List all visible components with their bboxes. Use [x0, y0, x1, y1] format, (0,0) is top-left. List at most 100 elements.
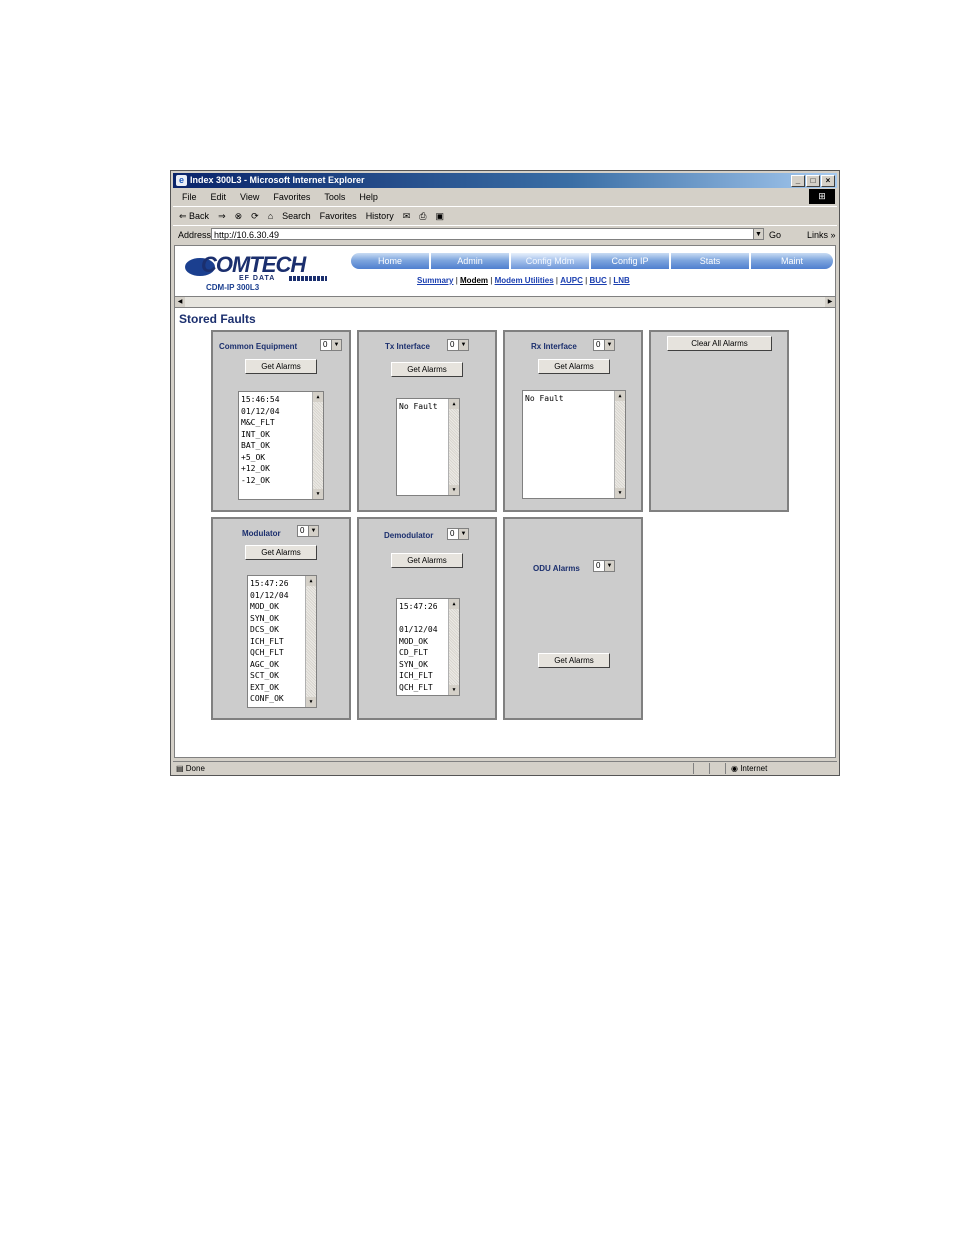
print-icon[interactable]: ⎙ [419, 211, 426, 221]
rx-interface-panel: Rx Interface 0 ▼ Get Alarms No Fault ▲ ▼ [503, 330, 643, 512]
list-scrollbar[interactable]: ▲ ▼ [305, 576, 316, 707]
status-divider [693, 763, 694, 774]
subnav-lnb[interactable]: LNB [613, 276, 629, 285]
refresh-icon[interactable]: ⟳ [251, 211, 259, 221]
rx-interface-get-alarms-button[interactable]: Get Alarms [538, 359, 610, 374]
common-equipment-select[interactable]: 0 ▼ [320, 339, 342, 351]
list-scrollbar[interactable]: ▲ ▼ [448, 399, 459, 495]
scroll-up-icon[interactable]: ▲ [313, 392, 323, 402]
zone-label: Internet [740, 764, 768, 773]
odu-alarms-title: ODU Alarms [533, 564, 580, 573]
list-scrollbar[interactable]: ▲ ▼ [614, 391, 625, 498]
common-equipment-get-alarms-button[interactable]: Get Alarms [245, 359, 317, 374]
demodulator-select-value: 0 [450, 529, 455, 538]
menu-edit[interactable]: Edit [211, 192, 227, 202]
minimize-button[interactable]: _ [791, 175, 805, 187]
odu-alarms-get-alarms-button[interactable]: Get Alarms [538, 653, 610, 668]
modulator-panel: Modulator 0 ▼ Get Alarms 15:47:26 01/12/0… [211, 517, 351, 720]
scroll-up-icon[interactable]: ▲ [615, 391, 625, 401]
scroll-down-icon[interactable]: ▼ [313, 489, 323, 499]
history-button[interactable]: History [366, 211, 394, 221]
rx-interface-alarm-list[interactable]: No Fault ▲ ▼ [522, 390, 626, 499]
mail-icon[interactable]: ✉ [403, 211, 411, 221]
address-bar: Address http://10.6.30.49 ▼ Go Links » [173, 225, 837, 244]
tab-config-ip[interactable]: Config IP [591, 253, 669, 269]
list-scrollbar[interactable]: ▲ ▼ [448, 599, 459, 695]
scroll-down-icon[interactable]: ▼ [615, 488, 625, 498]
tab-config-mdm[interactable]: Config Mdm [511, 253, 589, 269]
back-button[interactable]: ⇐ Back [179, 211, 209, 221]
subnav-modem[interactable]: Modem [460, 276, 488, 285]
scroll-down-icon[interactable]: ▼ [449, 685, 459, 695]
menu-help[interactable]: Help [359, 192, 378, 202]
tx-interface-title: Tx Interface [385, 342, 430, 351]
status-bar: ▤ Done ◉ Internet [173, 761, 837, 775]
stop-icon[interactable]: ⊗ [235, 211, 243, 221]
common-equipment-alarm-list[interactable]: 15:46:54 01/12/04 M&C_FLT INT_OK BAT_OK … [238, 391, 324, 500]
list-item: No Fault [525, 394, 564, 403]
favorites-button[interactable]: Favorites [320, 211, 357, 221]
demodulator-get-alarms-button[interactable]: Get Alarms [391, 553, 463, 568]
scroll-right-icon[interactable]: ▶ [825, 297, 835, 307]
scroll-up-icon[interactable]: ▲ [449, 399, 459, 409]
status-done: Done [185, 764, 205, 773]
rx-interface-select-value: 0 [596, 340, 601, 349]
main-nav: Home Admin Config Mdm Config IP Stats Ma… [351, 253, 833, 269]
tab-maint[interactable]: Maint [751, 253, 833, 269]
list-scrollbar[interactable]: ▲ ▼ [312, 392, 323, 499]
menu-tools[interactable]: Tools [324, 192, 345, 202]
address-dropdown-icon[interactable]: ▼ [753, 228, 764, 240]
demodulator-panel: Demodulator 0 ▼ Get Alarms 15:47:26 01/12… [357, 517, 497, 720]
edit-icon[interactable]: ▣ [435, 211, 444, 221]
menu-view[interactable]: View [240, 192, 259, 202]
tx-interface-get-alarms-button[interactable]: Get Alarms [391, 362, 463, 377]
tx-interface-alarm-list[interactable]: No Fault ▲ ▼ [396, 398, 460, 496]
scroll-up-icon[interactable]: ▲ [449, 599, 459, 609]
scroll-left-icon[interactable]: ◀ [175, 297, 185, 307]
home-icon[interactable]: ⌂ [268, 211, 273, 221]
list-item: 15:46:54 [241, 395, 280, 404]
scroll-down-icon[interactable]: ▼ [449, 485, 459, 495]
tx-interface-select-value: 0 [450, 340, 455, 349]
common-equipment-select-value: 0 [323, 340, 328, 349]
forward-button[interactable]: ⇒ [218, 211, 226, 221]
menu-file[interactable]: File [182, 192, 197, 202]
rx-interface-select[interactable]: 0 ▼ [593, 339, 615, 351]
close-button[interactable]: × [821, 175, 835, 187]
links-button[interactable]: Links » [807, 226, 836, 244]
odu-alarms-select[interactable]: 0 ▼ [593, 560, 615, 572]
tab-stats[interactable]: Stats [671, 253, 749, 269]
maximize-button[interactable]: □ [806, 175, 820, 187]
subnav-aupc[interactable]: AUPC [560, 276, 583, 285]
windows-logo-icon: ⊞ [809, 189, 835, 204]
logo-bars [289, 276, 327, 281]
modulator-title: Modulator [242, 529, 281, 538]
scroll-down-icon[interactable]: ▼ [306, 697, 316, 707]
ie-icon: e [176, 175, 187, 186]
logo-subtitle: EF DATA [239, 275, 276, 282]
tx-interface-panel: Tx Interface 0 ▼ Get Alarms No Fault ▲ ▼ [357, 330, 497, 512]
search-button[interactable]: Search [282, 211, 311, 221]
clear-all-alarms-button[interactable]: Clear All Alarms [667, 336, 772, 351]
subnav-summary[interactable]: Summary [417, 276, 453, 285]
tab-admin[interactable]: Admin [431, 253, 509, 269]
demodulator-alarm-list[interactable]: 15:47:26 01/12/04 MOD_OK CD_FLT SYN_OK I… [396, 598, 460, 696]
tab-home[interactable]: Home [351, 253, 429, 269]
modulator-get-alarms-button[interactable]: Get Alarms [245, 545, 317, 560]
common-equipment-title: Common Equipment [219, 342, 298, 351]
go-button[interactable]: Go [769, 226, 781, 244]
subnav-modem-utilities[interactable]: Modem Utilities [495, 276, 554, 285]
modulator-alarm-list[interactable]: 15:47:26 01/12/04 MOD_OK SYN_OK DCS_OK I… [247, 575, 317, 708]
list-item: +5_OK [241, 452, 266, 462]
modulator-select[interactable]: 0 ▼ [297, 525, 319, 537]
tx-interface-select[interactable]: 0 ▼ [447, 339, 469, 351]
horizontal-scrollbar[interactable]: ◀ ▶ [175, 296, 835, 308]
scroll-up-icon[interactable]: ▲ [306, 576, 316, 586]
address-input[interactable]: http://10.6.30.49 [211, 228, 763, 240]
chevron-down-icon: ▼ [331, 340, 341, 350]
status-text: ▤ Done [176, 764, 205, 773]
menu-favorites[interactable]: Favorites [273, 192, 310, 202]
subnav-buc[interactable]: BUC [589, 276, 606, 285]
list-item: 01/12/04 [241, 406, 280, 416]
demodulator-select[interactable]: 0 ▼ [447, 528, 469, 540]
